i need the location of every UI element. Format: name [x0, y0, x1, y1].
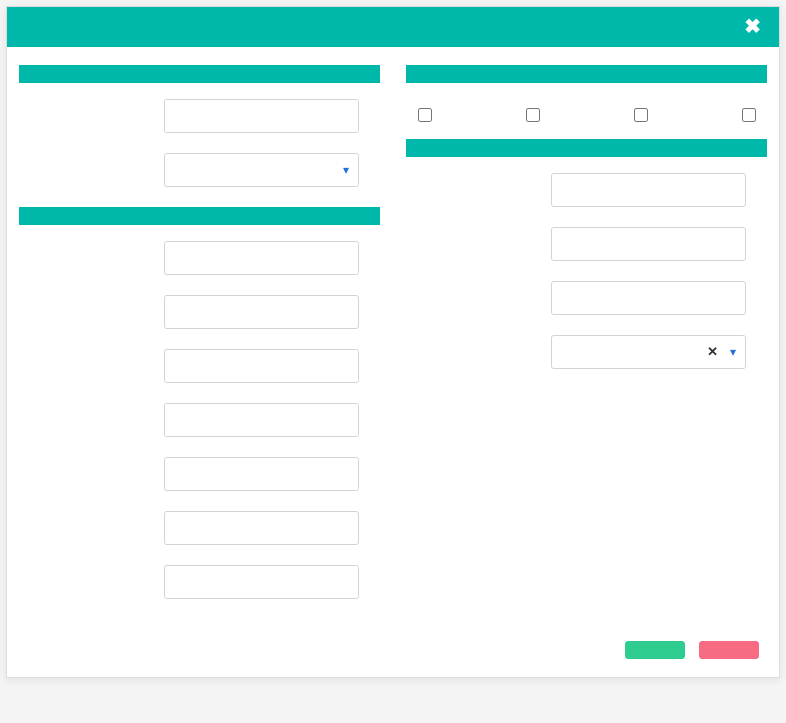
close-icon[interactable]: ✖	[744, 17, 761, 37]
city-input[interactable]	[551, 227, 746, 261]
type-partner[interactable]	[738, 99, 759, 125]
type-competitor-checkbox[interactable]	[634, 108, 648, 122]
email-input[interactable]	[164, 457, 359, 491]
clear-icon[interactable]: ✕	[707, 344, 718, 360]
type-customer-checkbox[interactable]	[418, 108, 432, 122]
modal-body: ▾	[7, 47, 779, 631]
type-customer[interactable]	[414, 99, 435, 125]
home-phone-input[interactable]	[164, 295, 359, 329]
name-input[interactable]	[164, 99, 359, 133]
modal-header: ✖	[7, 7, 779, 47]
section-contact-information	[19, 207, 380, 225]
website-input[interactable]	[164, 565, 359, 599]
save-button[interactable]	[625, 641, 685, 659]
alt-email1-input[interactable]	[164, 511, 359, 545]
row-cell-phone	[21, 349, 378, 383]
row-name	[21, 99, 378, 133]
type-partner-checkbox[interactable]	[742, 108, 756, 122]
cancel-button[interactable]	[699, 641, 759, 659]
right-column: ✕ ▾	[408, 65, 765, 619]
type-competitor[interactable]	[630, 99, 651, 125]
row-country: ✕ ▾	[408, 335, 765, 369]
row-category: ▾	[21, 153, 378, 187]
cell-phone-input[interactable]	[164, 349, 359, 383]
row-email	[21, 457, 378, 491]
fax-input[interactable]	[164, 403, 359, 437]
category-select-wrap: ▾	[164, 153, 359, 187]
row-fax	[21, 403, 378, 437]
left-column: ▾	[21, 65, 378, 619]
address-input[interactable]	[551, 173, 746, 207]
type-vendor[interactable]	[522, 99, 543, 125]
country-select-wrap: ✕ ▾	[551, 335, 746, 369]
section-account-information	[19, 65, 380, 83]
category-select[interactable]	[164, 153, 359, 187]
convert-to-account-modal: ✖ ▾	[6, 6, 780, 678]
row-address	[408, 173, 765, 207]
row-work-phone	[21, 241, 378, 275]
modal-footer	[7, 631, 779, 677]
zip-input[interactable]	[551, 281, 746, 315]
section-account-type	[406, 65, 767, 83]
row-website	[21, 565, 378, 599]
row-city	[408, 227, 765, 261]
work-phone-input[interactable]	[164, 241, 359, 275]
section-address-information	[406, 139, 767, 157]
row-alt-email1	[21, 511, 378, 545]
account-type-group	[408, 99, 765, 139]
type-vendor-checkbox[interactable]	[526, 108, 540, 122]
row-zip	[408, 281, 765, 315]
row-home-phone	[21, 295, 378, 329]
